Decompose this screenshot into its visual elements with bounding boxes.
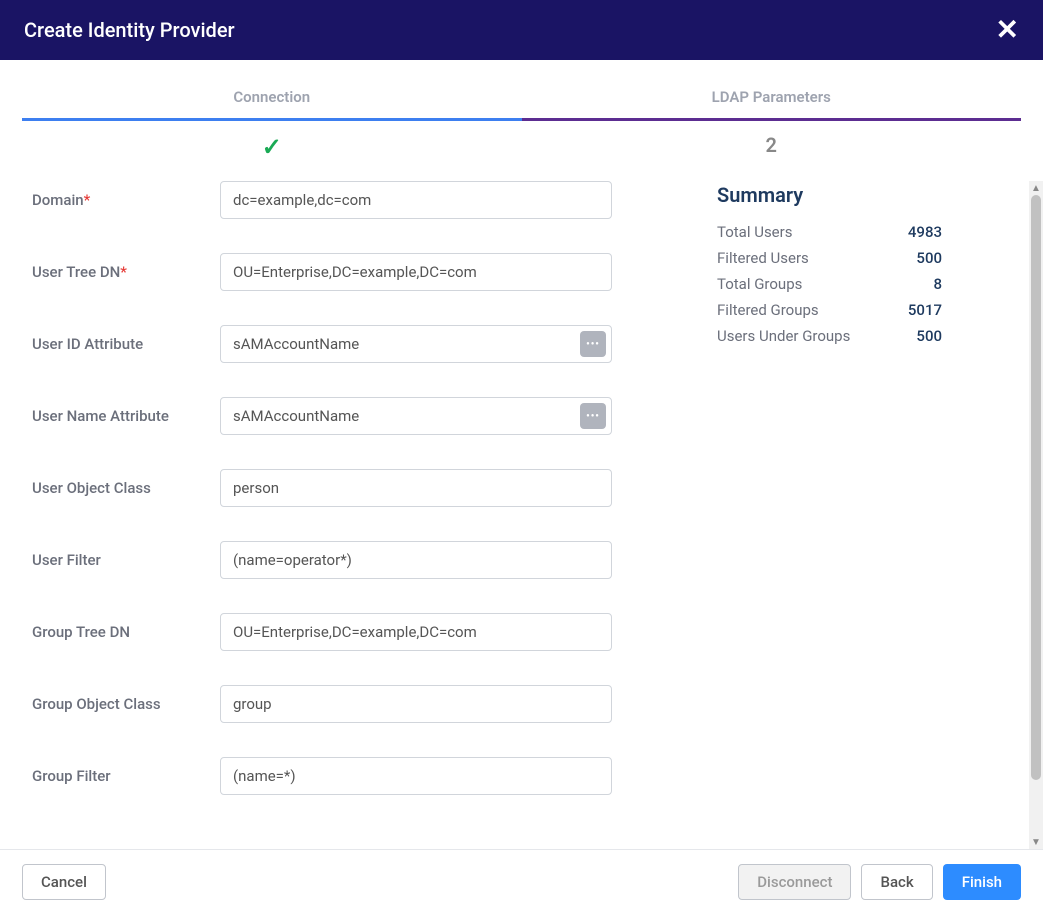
input-group-tree-dn[interactable]: [220, 613, 612, 651]
summary-row: Filtered Users 500: [717, 249, 942, 267]
back-button[interactable]: Back: [861, 864, 932, 900]
summary-label: Filtered Users: [717, 249, 809, 267]
check-icon: ✓: [262, 133, 282, 161]
step-indicators: ✓ 2: [22, 121, 1021, 181]
step-2-indicator: 2: [522, 133, 1022, 161]
field-user-name-attribute: User Name Attribute •••: [32, 397, 662, 435]
label-user-object-class: User Object Class: [32, 479, 220, 497]
field-user-id-attribute: User ID Attribute •••: [32, 325, 662, 363]
tabs-container: Connection LDAP Parameters ✓ 2: [0, 60, 1043, 181]
summary-row: Users Under Groups 500: [717, 327, 942, 345]
label-user-name-attribute: User Name Attribute: [32, 407, 220, 425]
tab-ldap-parameters[interactable]: LDAP Parameters: [522, 80, 1022, 121]
ellipsis-icon[interactable]: •••: [580, 403, 606, 429]
field-group-tree-dn: Group Tree DN: [32, 613, 662, 651]
summary-label: Users Under Groups: [717, 327, 850, 345]
close-icon[interactable]: ✕: [996, 16, 1019, 44]
footer: Cancel Disconnect Back Finish: [0, 849, 1043, 914]
summary-value: 500: [916, 249, 942, 267]
tabs: Connection LDAP Parameters: [22, 80, 1021, 121]
label-group-filter: Group Filter: [32, 767, 220, 785]
summary-row: Total Groups 8: [717, 275, 942, 293]
summary-title: Summary: [717, 183, 942, 207]
field-user-object-class: User Object Class: [32, 469, 662, 507]
required-mark: *: [120, 263, 127, 281]
scroll-down-icon[interactable]: ▼: [1029, 835, 1043, 849]
input-user-filter[interactable]: [220, 541, 612, 579]
summary-row: Filtered Groups 5017: [717, 301, 942, 319]
input-user-name-attribute[interactable]: [220, 397, 612, 435]
input-user-object-class[interactable]: [220, 469, 612, 507]
cancel-button[interactable]: Cancel: [22, 864, 106, 900]
input-user-tree-dn[interactable]: [220, 253, 612, 291]
disconnect-button[interactable]: Disconnect: [738, 864, 851, 900]
tab-connection[interactable]: Connection: [22, 80, 522, 121]
label-user-id-attribute: User ID Attribute: [32, 335, 220, 353]
form-section: Domain* User Tree DN* User ID Attribute …: [32, 181, 662, 829]
summary-label: Total Users: [717, 223, 792, 241]
scroll-area: Domain* User Tree DN* User ID Attribute …: [0, 181, 1043, 849]
ellipsis-icon[interactable]: •••: [580, 331, 606, 357]
input-group-filter[interactable]: [220, 757, 612, 795]
summary-label: Filtered Groups: [717, 301, 819, 319]
summary-value: 4983: [908, 223, 942, 241]
field-group-filter: Group Filter: [32, 757, 662, 795]
scrollbar[interactable]: ▲ ▼: [1029, 181, 1043, 849]
summary-row: Total Users 4983: [717, 223, 942, 241]
field-user-tree-dn: User Tree DN*: [32, 253, 662, 291]
input-group-object-class[interactable]: [220, 685, 612, 723]
label-domain: Domain*: [32, 191, 220, 209]
field-group-object-class: Group Object Class: [32, 685, 662, 723]
scrollbar-thumb[interactable]: [1031, 195, 1041, 780]
field-user-filter: User Filter: [32, 541, 662, 579]
field-domain: Domain*: [32, 181, 662, 219]
dialog-header: Create Identity Provider ✕: [0, 0, 1043, 60]
summary-section: Summary Total Users 4983 Filtered Users …: [662, 181, 942, 829]
input-user-id-attribute[interactable]: [220, 325, 612, 363]
finish-button[interactable]: Finish: [943, 864, 1021, 900]
summary-value: 5017: [908, 301, 942, 319]
dialog-title: Create Identity Provider: [24, 18, 235, 42]
label-user-filter: User Filter: [32, 551, 220, 569]
label-group-object-class: Group Object Class: [32, 695, 220, 713]
scroll-up-icon[interactable]: ▲: [1029, 181, 1043, 195]
label-user-tree-dn: User Tree DN*: [32, 263, 220, 281]
input-domain[interactable]: [220, 181, 612, 219]
step-1-indicator: ✓: [22, 133, 522, 161]
content: Domain* User Tree DN* User ID Attribute …: [0, 181, 1043, 849]
summary-value: 500: [916, 327, 942, 345]
summary-value: 8: [933, 275, 942, 293]
summary-label: Total Groups: [717, 275, 802, 293]
required-mark: *: [84, 191, 91, 209]
label-group-tree-dn: Group Tree DN: [32, 623, 220, 641]
